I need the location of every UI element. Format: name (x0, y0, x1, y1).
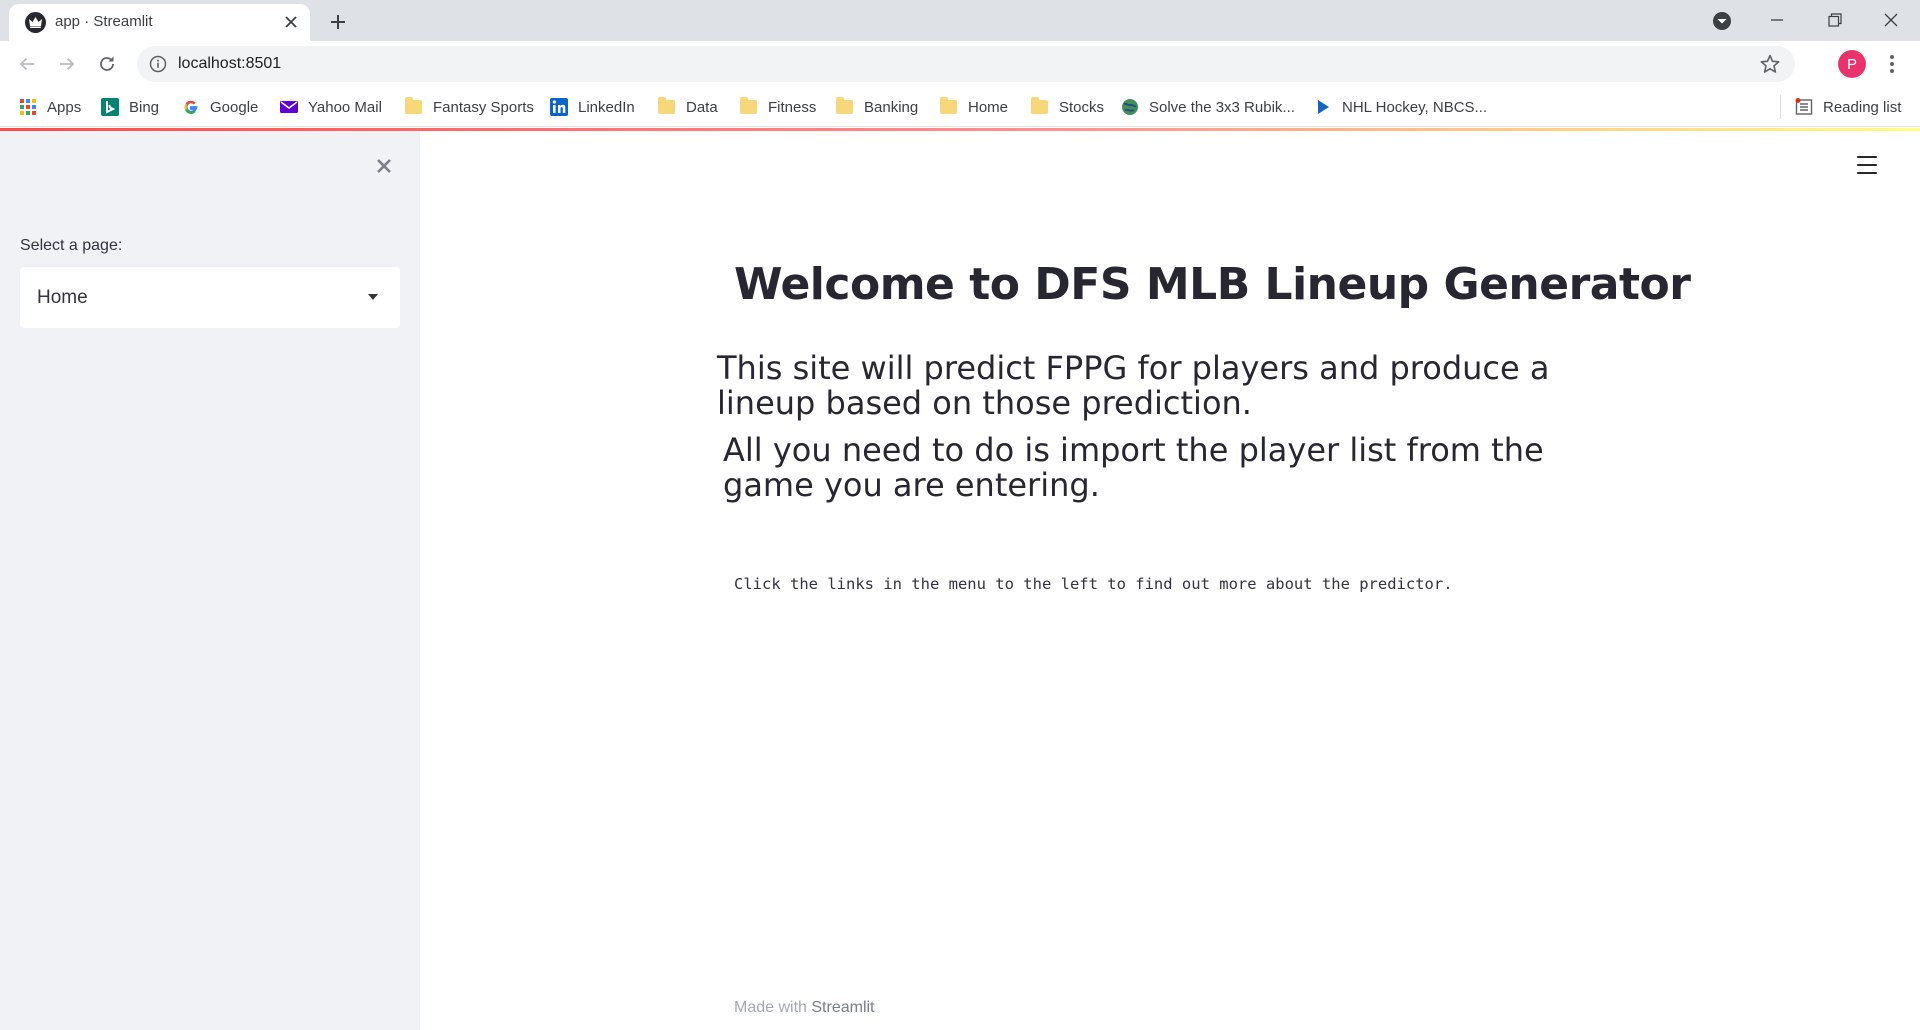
bookmark-label: LinkedIn (578, 98, 635, 116)
minimize-window-icon[interactable] (1748, 0, 1806, 40)
folder-icon (1031, 97, 1049, 116)
footer-prefix: Made with (734, 999, 807, 1016)
bookmark-label: NHL Hockey, NBCS... (1342, 98, 1488, 116)
bookmark-star-icon[interactable] (1759, 53, 1781, 75)
bookmark-stocks[interactable]: Stocks (1031, 95, 1104, 119)
browser-tab[interactable]: app · Streamlit (9, 4, 310, 41)
close-window-icon[interactable] (1862, 0, 1920, 40)
bookmarks-bar: Apps Bing Google Yahoo Mail Fantasy Spor… (0, 87, 1920, 127)
globe-icon (1121, 98, 1139, 116)
reading-list-label: Reading list (1823, 98, 1902, 116)
reload-icon[interactable] (92, 49, 122, 79)
bookmark-rubiks[interactable]: Solve the 3x3 Rubik... (1121, 95, 1295, 119)
tab-search-icon[interactable] (1709, 8, 1735, 34)
back-arrow-icon[interactable] (12, 49, 42, 79)
bookmark-label: Banking (864, 98, 919, 116)
bookmark-nhl-hockey[interactable]: NHL Hockey, NBCS... (1314, 95, 1487, 119)
main-content: Welcome to DFS MLB Lineup Generator This… (420, 131, 1920, 1030)
new-tab-plus-icon[interactable] (324, 8, 352, 36)
tab-close-icon[interactable] (280, 11, 302, 33)
page-title: Welcome to DFS MLB Lineup Generator (734, 259, 1691, 310)
forward-arrow-icon[interactable] (52, 49, 82, 79)
sidebar: Select a page: Home (0, 131, 420, 1030)
folder-icon (658, 97, 676, 116)
close-sidebar-icon[interactable] (369, 151, 399, 181)
footer: Made with Streamlit (734, 999, 875, 1017)
folder-icon (940, 97, 958, 116)
apps-grid-icon (19, 98, 37, 116)
menu-hint-text: Click the links in the menu to the left … (734, 575, 1453, 593)
restore-window-icon[interactable] (1806, 0, 1864, 40)
bookmark-linkedin[interactable]: LinkedIn (550, 95, 635, 119)
linkedin-icon (550, 98, 568, 116)
bookmark-apps[interactable]: Apps (19, 95, 81, 119)
browser-menu-icon[interactable] (1880, 51, 1904, 77)
instruction-paragraph: All you need to do is import the player … (723, 431, 1544, 504)
hamburger-menu-icon[interactable] (1855, 153, 1879, 177)
streamlit-footer-link[interactable]: Streamlit (811, 999, 874, 1016)
bing-icon (101, 98, 119, 116)
bookmark-label: Fitness (768, 98, 817, 116)
bookmark-label: Home (968, 98, 1009, 116)
bookmark-yahoo-mail[interactable]: Yahoo Mail (280, 95, 382, 119)
bookmark-label: Fantasy Sports (433, 98, 534, 116)
bookmark-label: Data (686, 98, 718, 116)
page-select-label: Select a page: (20, 237, 123, 254)
reading-list-button[interactable]: Reading list (1795, 95, 1901, 119)
profile-avatar[interactable]: P (1838, 50, 1866, 78)
address-bar[interactable]: localhost:8501 (137, 46, 1795, 82)
bookmark-label: Google (210, 98, 259, 116)
bookmark-google[interactable]: Google (182, 95, 258, 119)
yahoo-mail-icon (280, 98, 298, 116)
site-info-icon[interactable] (149, 55, 167, 73)
browser-toolbar: localhost:8501 P (0, 41, 1920, 87)
page-select-value: Home (37, 287, 88, 308)
page-select-dropdown[interactable]: Home (20, 267, 400, 328)
bookmarks-divider (1780, 95, 1781, 119)
bookmark-label: Apps (47, 98, 82, 116)
play-icon (1314, 98, 1332, 116)
folder-icon (836, 97, 854, 116)
url-text: localhost:8501 (178, 55, 282, 72)
chevron-down-icon (368, 294, 378, 300)
tab-title: app · Streamlit (55, 13, 153, 30)
bookmark-label: Bing (129, 98, 160, 116)
bookmark-home[interactable]: Home (940, 95, 1008, 119)
bookmark-label: Stocks (1059, 98, 1105, 116)
google-icon (182, 98, 200, 116)
bookmark-bing[interactable]: Bing (101, 95, 159, 119)
intro-paragraph: This site will predict FPPG for players … (717, 349, 1550, 422)
bookmark-label: Solve the 3x3 Rubik... (1149, 98, 1295, 116)
bookmark-banking[interactable]: Banking (836, 95, 918, 119)
bookmark-data[interactable]: Data (658, 95, 718, 119)
browser-tab-strip: app · Streamlit (0, 0, 1920, 41)
folder-icon (405, 97, 423, 116)
bookmark-label: Yahoo Mail (308, 98, 382, 116)
bookmark-fantasy-sports[interactable]: Fantasy Sports (405, 95, 534, 119)
reading-list-icon (1795, 98, 1813, 116)
streamlit-crown-icon (25, 12, 46, 33)
bookmark-fitness[interactable]: Fitness (740, 95, 816, 119)
folder-icon (740, 97, 758, 116)
